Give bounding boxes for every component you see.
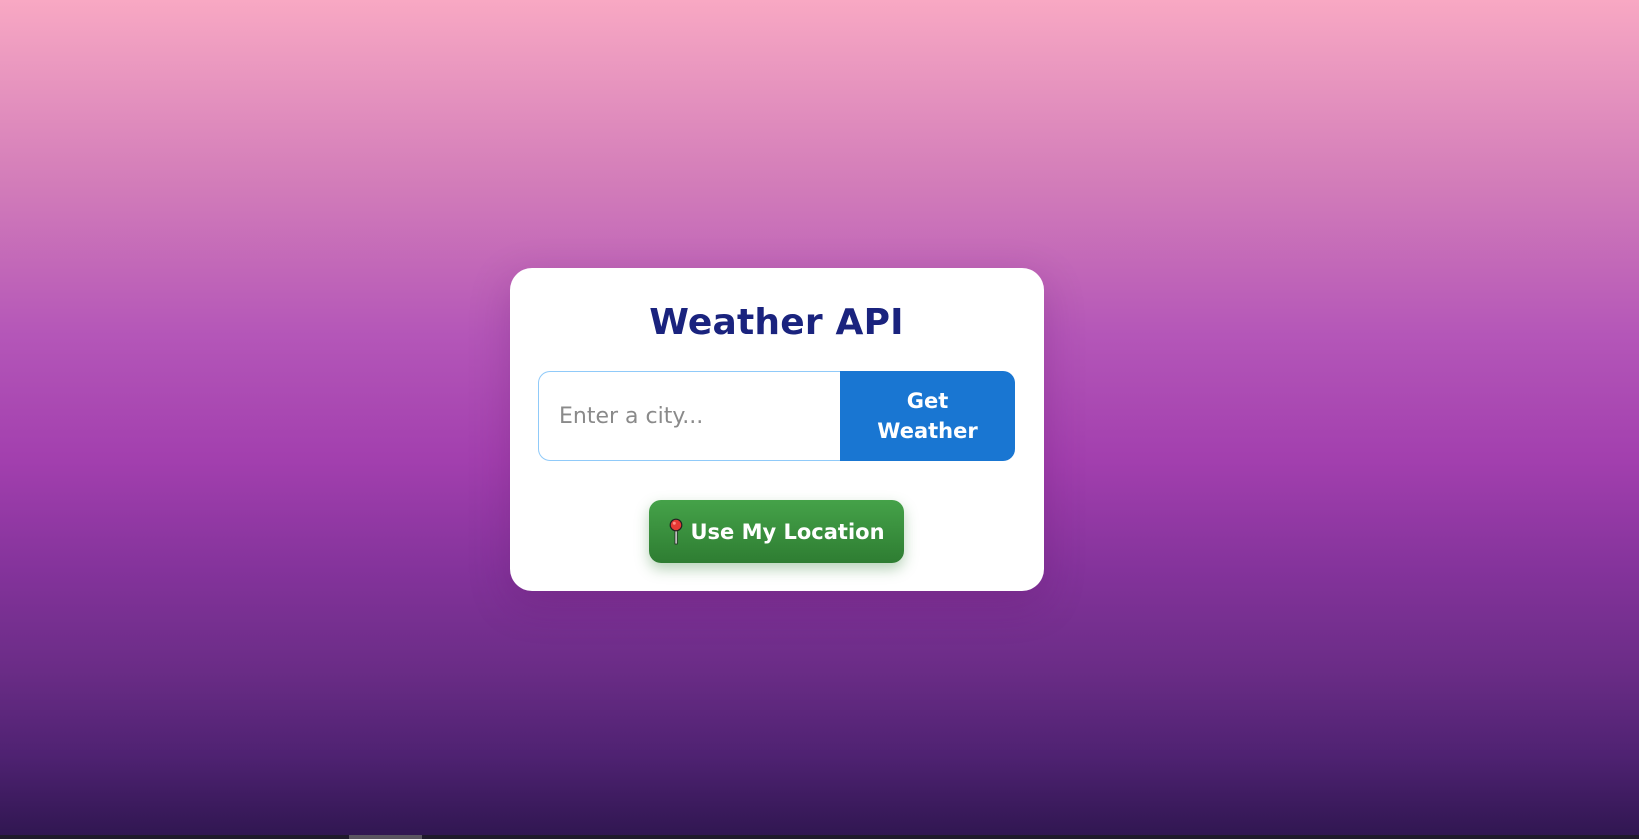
use-my-location-label: Use My Location [690,519,885,544]
taskbar-indicator [349,835,422,839]
city-search-input[interactable] [538,371,840,461]
taskbar-edge [0,835,1639,839]
page-title: Weather API [649,302,904,343]
round-pushpin-icon [668,518,684,546]
get-weather-button[interactable]: Get Weather [840,371,1015,461]
use-my-location-button[interactable]: Use My Location [649,500,904,563]
